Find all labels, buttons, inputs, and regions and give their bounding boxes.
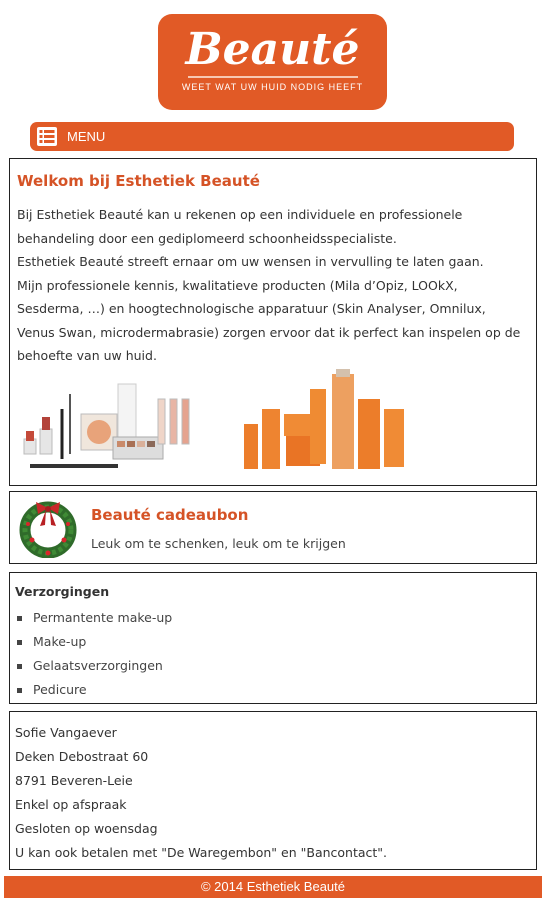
- bullet-icon: [17, 640, 22, 645]
- contact-info: Sofie Vangaever Deken Debostraat 60 8791…: [15, 721, 387, 865]
- page: Beauté WEET WAT UW HUID NODIG HEEFT MENU…: [0, 0, 546, 906]
- logo-divider: [187, 76, 358, 78]
- welcome-title: Welkom bij Esthetiek Beauté: [17, 172, 260, 190]
- service-item[interactable]: Make-up: [15, 630, 172, 654]
- service-label: Permantente make-up: [33, 610, 173, 625]
- contact-payment: U kan ook betalen met "De Waregembon" en…: [15, 845, 388, 860]
- welcome-panel: Welkom bij Esthetiek Beauté Bij Esthetie…: [9, 158, 537, 486]
- products-image: [23, 369, 404, 469]
- bullet-icon: [17, 616, 22, 621]
- footer: © 2014 Esthetiek Beauté: [4, 876, 542, 898]
- service-item[interactable]: Gelaatsverzorgingen: [15, 654, 172, 678]
- contact-panel: Sofie Vangaever Deken Debostraat 60 8791…: [9, 711, 537, 870]
- contact-name: Sofie Vangaever: [15, 725, 117, 740]
- christmas-wreath-icon: [19, 501, 77, 558]
- service-label: Make-up: [33, 634, 87, 649]
- menu-list-icon: [37, 127, 57, 146]
- contact-street: Deken Debostraat 60: [15, 749, 149, 764]
- contact-appointment: Enkel op afspraak: [15, 797, 127, 812]
- welcome-paragraph: Mijn professionele kennis, kwalitatieve …: [17, 277, 521, 364]
- gift-voucher-panel[interactable]: Beauté cadeaubon Leuk om te schenken, le…: [9, 491, 537, 564]
- bullet-icon: [17, 688, 22, 693]
- welcome-text: Bij Esthetiek Beauté kan u rekenen op ee…: [17, 203, 527, 368]
- logo-tagline: WEET WAT UW HUID NODIG HEEFT: [181, 82, 364, 92]
- welcome-paragraph: Esthetiek Beauté streeft ernaar om uw we…: [17, 254, 484, 269]
- service-item[interactable]: Permantente make-up: [15, 606, 172, 630]
- services-panel: Verzorgingen Permantente make-up Make-up…: [9, 572, 537, 704]
- menu-label: MENU: [67, 129, 106, 144]
- menu-button[interactable]: MENU: [30, 122, 514, 151]
- logo[interactable]: Beauté WEET WAT UW HUID NODIG HEEFT: [158, 14, 387, 110]
- logo-title: Beauté: [185, 24, 360, 75]
- service-label: Pedicure: [33, 682, 87, 697]
- gift-subtitle: Leuk om te schenken, leuk om te krijgen: [91, 536, 346, 551]
- service-item[interactable]: Pedicure: [15, 678, 172, 702]
- services-title: Verzorgingen: [15, 584, 110, 599]
- bullet-icon: [17, 664, 22, 669]
- contact-closed: Gesloten op woensdag: [15, 821, 158, 836]
- welcome-paragraph: Bij Esthetiek Beauté kan u rekenen op ee…: [17, 207, 463, 246]
- service-label: Gelaatsverzorgingen: [33, 658, 163, 673]
- contact-city: 8791 Beveren-Leie: [15, 773, 133, 788]
- gift-title[interactable]: Beauté cadeaubon: [91, 506, 248, 524]
- skincare-products: [244, 369, 404, 469]
- services-list: Permantente make-up Make-up Gelaatsverzo…: [15, 606, 172, 702]
- makeup-products: [23, 383, 190, 468]
